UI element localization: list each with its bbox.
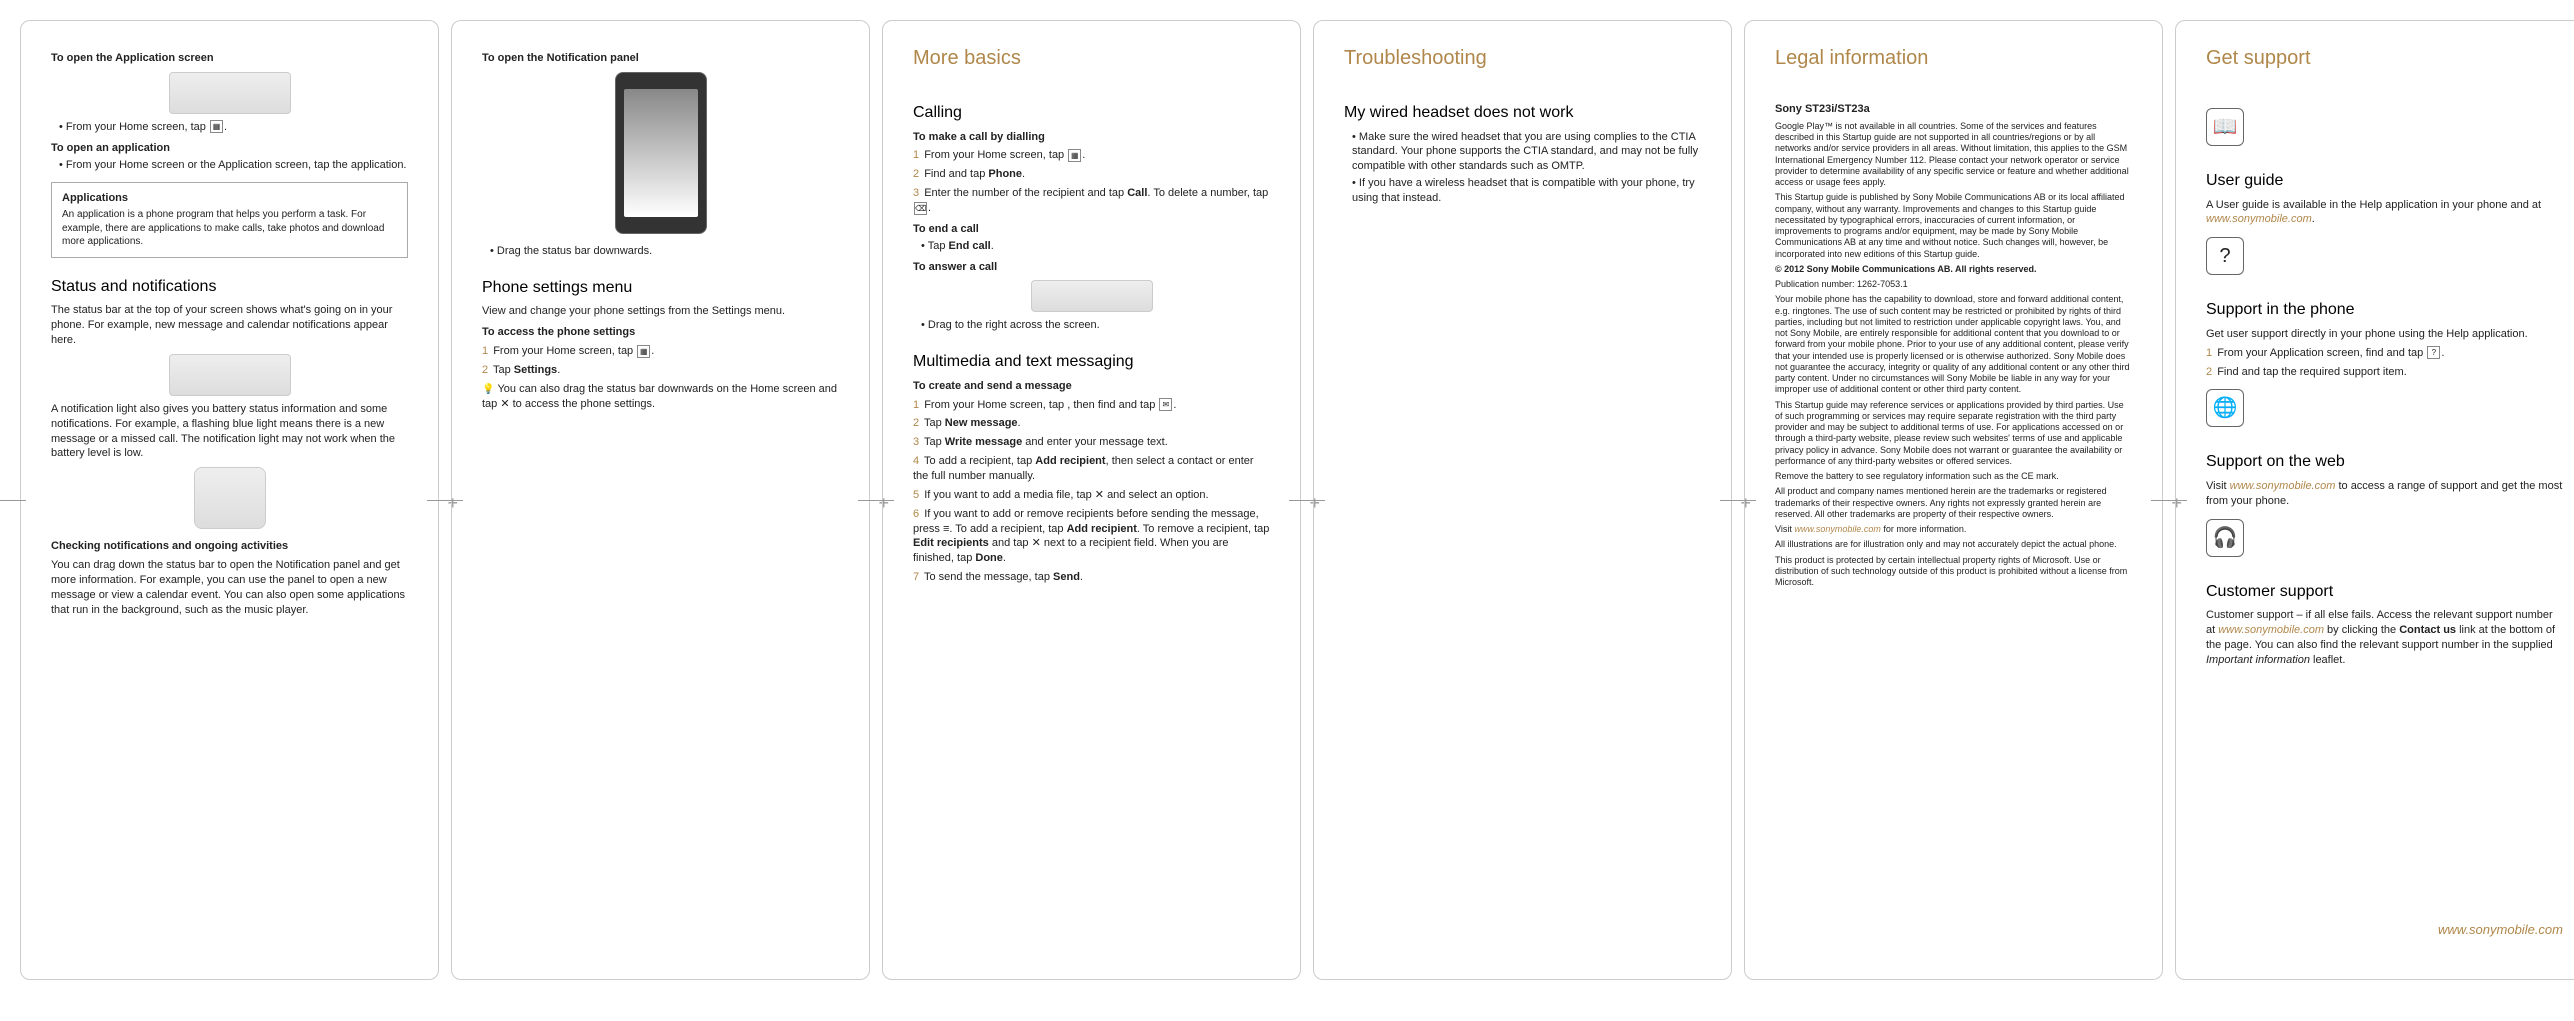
grid-icon: ▦ [1068,149,1081,162]
globe-icon: 🌐 [2206,389,2244,427]
status-bar-illustration [169,72,291,114]
h-support-web: Support on the web [2206,451,2563,473]
legal-p3: © 2012 Sony Mobile Communications AB. Al… [1775,264,2132,275]
title-troubleshooting: Troubleshooting [1344,45,1701,72]
box-body: An application is a phone program that h… [62,209,384,247]
notif-light-illustration [194,467,266,529]
legal-p11: This product is protected by certain int… [1775,555,2132,589]
status-bar-illustration-2 [169,354,291,396]
panel-troubleshooting: Troubleshooting My wired headset does no… [1313,20,1732,980]
help-icon: ? [2206,237,2244,275]
crop-mark [2151,500,2181,501]
h-make-call: To make a call by dialling [913,130,1270,145]
steps: 1 From your Home screen, tap ▦. 2 Tap Se… [482,344,839,378]
cust-link[interactable]: www.sonymobile.com [2218,624,2324,636]
crop-mark [858,500,888,501]
crop-mark [427,500,457,501]
h-calling: Calling [913,102,1270,124]
h-phone-settings: Phone settings menu [482,277,839,299]
legal-p8: All product and company names mentioned … [1775,486,2132,520]
p-support-web: Visit www.sonymobile.com to access a ran… [2206,479,2563,509]
help-small-icon: ? [2427,346,2440,359]
p-guide: A User guide is available in the Help ap… [2206,198,2563,228]
grid-icon: ▦ [637,345,650,358]
grid-icon: ▦ [210,120,223,133]
panel-more-basics: More basics Calling To make a call by di… [882,20,1301,980]
model: Sony ST23i/ST23a [1775,102,2132,117]
p-status: The status bar at the top of your screen… [51,303,408,348]
panel-legal: Legal information Sony ST23i/ST23a Googl… [1744,20,2163,980]
p-customer-support: Customer support – if all else fails. Ac… [2206,608,2563,667]
p-checking: You can drag down the status bar to open… [51,558,408,617]
crop-mark [0,500,26,501]
msg-icon: ✉ [1159,398,1172,411]
title-support: Get support [2206,45,2563,72]
panel-support: Get support 📖 User guide A User guide is… [2175,20,2574,980]
headset-icon: 🎧 [2206,519,2244,557]
h-access: To access the phone settings [482,325,839,340]
drag-right: • Drag to the right across the screen. [921,318,1270,333]
legal-p5: Your mobile phone has the capability to … [1775,294,2132,395]
web-link[interactable]: www.sonymobile.com [2230,480,2336,492]
panel-status: To open the Application screen • From yo… [20,20,439,980]
h-mms: Multimedia and text messaging [913,351,1270,373]
answer-slider-illustration [1031,280,1153,312]
box-heading: Applications [62,191,397,206]
crop-mark [1720,500,1750,501]
bullet-drag: • Drag the status bar downwards. [490,244,839,259]
footer-url: www.sonymobile.com [2206,921,2563,939]
h-open-notif: To open the Notification panel [482,51,839,66]
support-steps: 1 From your Application screen, find and… [2206,346,2563,380]
p-support-phone: Get user support directly in your phone … [2206,327,2563,342]
msg-steps: 1 From your Home screen, tap , then find… [913,398,1270,585]
legal-p9: Visit www.sonymobile.com for more inform… [1775,524,2132,535]
applications-box: Applications An application is a phone p… [51,182,408,257]
end-call: • Tap End call. [921,239,1270,254]
h-end-call: To end a call [913,222,1270,237]
guide-link[interactable]: www.sonymobile.com [2206,213,2312,225]
legal-p4: Publication number: 1262-7053.1 [1775,279,2132,290]
p-settings: View and change your phone settings from… [482,304,839,319]
legal-p2: This Startup guide is published by Sony … [1775,192,2132,260]
phone-illustration [615,72,707,234]
h-create-msg: To create and send a message [913,379,1270,394]
p-notif-light: A notification light also gives you batt… [51,402,408,461]
legal-p1: Google Play™ is not available in all cou… [1775,121,2132,189]
ts-b1: • Make sure the wired headset that you a… [1352,130,1701,175]
h-status: Status and notifications [51,276,408,298]
h-headset: My wired headset does not work [1344,102,1701,124]
h-user-guide: User guide [2206,170,2563,192]
h-support-phone: Support in the phone [2206,299,2563,321]
h-checking: Checking notifications and ongoing activ… [51,539,408,554]
title-legal: Legal information [1775,45,2132,72]
legal-p10: All illustrations are for illustration o… [1775,539,2132,550]
h-open-app: To open an application [51,141,408,156]
h-open-app-screen: To open the Application screen [51,51,408,66]
ts-b2: • If you have a wireless headset that is… [1352,176,1701,206]
title-more-basics: More basics [913,45,1270,72]
legal-p6: This Startup guide may reference service… [1775,400,2132,468]
tip: You can also drag the status bar downwar… [482,382,839,412]
call-steps: 1 From your Home screen, tap ▦. 2 Find a… [913,148,1270,215]
book-icon: 📖 [2206,108,2244,146]
panel-settings: To open the Notification panel • Drag th… [451,20,870,980]
delete-icon: ⌫ [914,202,927,215]
bullet-open-app: • From your Home screen or the Applicati… [59,158,408,173]
h-answer: To answer a call [913,260,1270,275]
crop-mark [1289,500,1319,501]
legal-p7: Remove the battery to see regulatory inf… [1775,471,2132,482]
h-customer-support: Customer support [2206,581,2563,603]
bullet-from-home: • From your Home screen, tap ▦. [59,120,408,135]
legal-link[interactable]: www.sonymobile.com [1794,524,1881,534]
